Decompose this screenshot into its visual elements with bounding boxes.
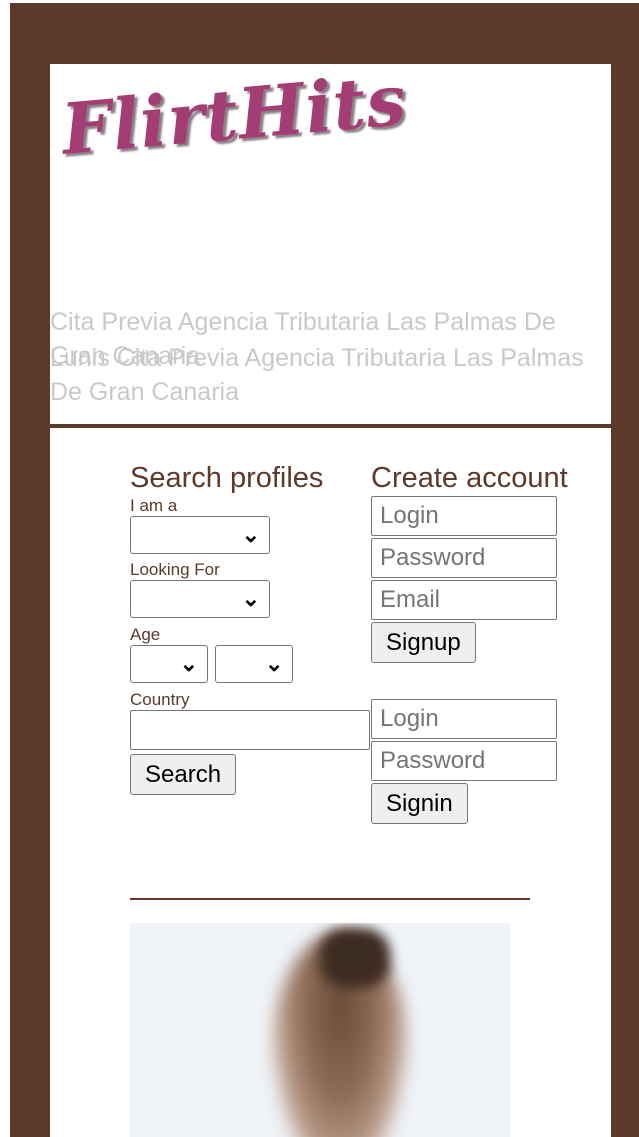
signin-password-input[interactable]	[371, 741, 557, 781]
signin-login-input[interactable]	[371, 699, 557, 739]
chevron-down-icon: ⌄	[241, 522, 260, 547]
country-input[interactable]	[130, 710, 370, 750]
search-button[interactable]: Search	[130, 754, 237, 795]
chevron-down-icon: ⌄	[179, 651, 198, 676]
account-forms: Create account Signup Signin	[371, 460, 571, 824]
age-from-select[interactable]: ⌄	[130, 645, 208, 683]
signin-button[interactable]: Signin	[371, 783, 468, 824]
search-heading: Search profiles	[130, 462, 324, 494]
photo-hair	[320, 928, 390, 988]
main-panel: Search profiles I am a ⌄ Looking For ⌄ A…	[50, 428, 611, 1137]
profile-photo[interactable]	[130, 923, 510, 1137]
looking-select[interactable]: ⌄	[130, 580, 270, 618]
signup-email-input[interactable]	[371, 580, 557, 620]
site-logo[interactable]: FlirtHits	[58, 58, 409, 171]
age-to-select[interactable]: ⌄	[215, 645, 294, 683]
iam-label: I am a	[130, 496, 178, 515]
country-label: Country	[130, 690, 190, 709]
page-subtitle: Lunis Cita Previa Agencia Tributaria Las…	[50, 344, 584, 406]
create-account-heading: Create account	[371, 462, 568, 494]
age-label: Age	[130, 625, 161, 644]
site-header: FlirtHits Cita Previa Agencia Tributaria…	[50, 58, 611, 424]
chevron-down-icon: ⌄	[265, 651, 284, 676]
search-form: Search profiles I am a ⌄ Looking For ⌄ A…	[130, 460, 370, 795]
iam-select[interactable]: ⌄	[130, 516, 270, 554]
looking-label: Looking For	[130, 560, 220, 579]
chevron-down-icon: ⌄	[241, 586, 260, 611]
section-divider	[130, 898, 530, 900]
signup-button[interactable]: Signup	[371, 622, 476, 663]
signup-login-input[interactable]	[371, 496, 557, 536]
signup-password-input[interactable]	[371, 538, 557, 578]
